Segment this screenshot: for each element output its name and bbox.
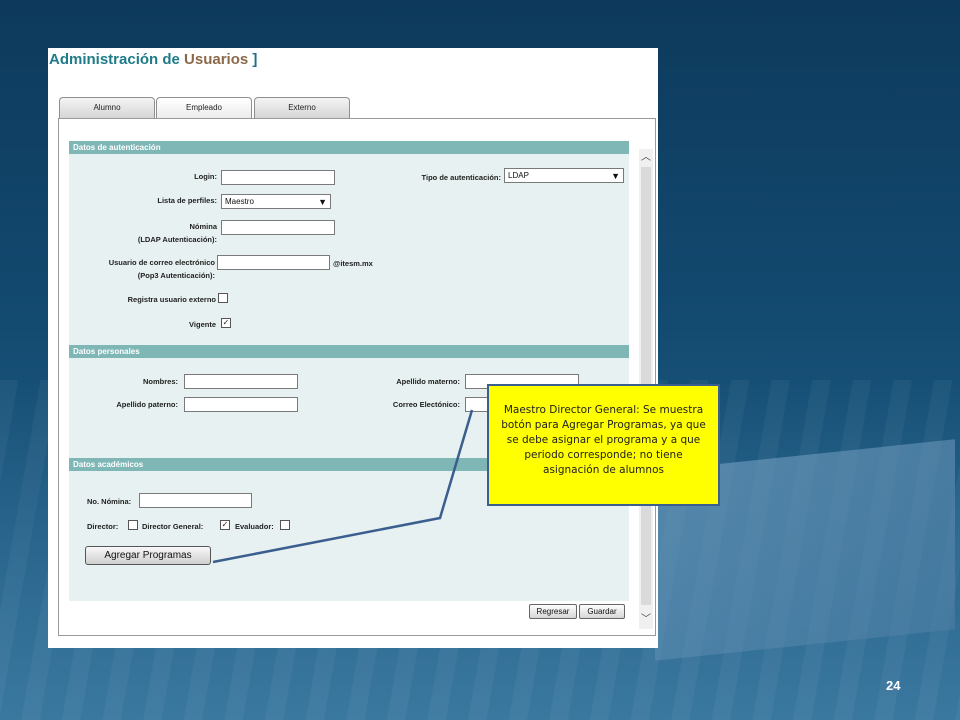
director-general-checkbox[interactable]: ✓ — [220, 520, 230, 530]
vigente-checkbox[interactable]: ✓ — [221, 318, 231, 328]
reset-button[interactable]: Regresar — [529, 604, 577, 619]
paterno-input[interactable] — [184, 397, 298, 412]
external-user-label: Registra usuario externo — [127, 295, 216, 304]
annotation-callout: Maestro Director General: Se muestra bot… — [487, 384, 720, 506]
login-label: Login: — [194, 172, 217, 181]
nombres-label: Nombres: — [142, 377, 178, 386]
tab-externo[interactable]: Externo — [254, 97, 350, 119]
chevron-up-icon[interactable]: ︿ — [639, 151, 653, 165]
materno-label: Apellido materno: — [396, 377, 460, 386]
tab-alumno[interactable]: Alumno — [59, 97, 155, 119]
email-label-line1: Usuario de correo electrónico — [108, 258, 215, 267]
page-title: Administración de Usuarios ] — [49, 51, 257, 68]
chevron-down-icon: ▼ — [611, 171, 620, 181]
tab-empleado[interactable]: Empleado — [156, 97, 252, 120]
chevron-down-icon: ▼ — [318, 197, 327, 207]
auth-type-value: LDAP — [508, 171, 529, 180]
auth-type-label: Tipo de autenticación: — [421, 173, 501, 182]
director-general-label: Director General: — [142, 522, 204, 531]
nomina-label-line1: Nómina — [189, 222, 217, 231]
nombres-input[interactable] — [184, 374, 298, 389]
academic-nomina-label: No. Nómina: — [87, 497, 132, 506]
section-header-personal: Datos personales — [69, 345, 629, 358]
academic-nomina-input[interactable] — [139, 493, 252, 508]
nomina-ldap-input[interactable] — [221, 220, 335, 235]
title-bracket: ] — [248, 51, 258, 68]
slide-page-number: 24 — [886, 678, 901, 693]
app-window: Administración de Usuarios ] Alumno Empl… — [48, 48, 658, 648]
email-label-line2: (Pop3 Autenticación): — [137, 271, 215, 280]
email-domain-suffix: @itesm.mx — [333, 259, 373, 268]
profiles-value: Maestro — [225, 197, 254, 206]
evaluador-label: Evaluador: — [235, 522, 274, 531]
chevron-down-icon[interactable]: ﹀ — [639, 613, 653, 627]
tab-content: Datos de autenticación Login: Tipo de au… — [58, 118, 656, 636]
profiles-select[interactable]: Maestro ▼ — [221, 194, 331, 209]
paterno-label: Apellido paterno: — [116, 400, 178, 409]
save-button[interactable]: Guardar — [579, 604, 625, 619]
section-header-auth: Datos de autenticación — [69, 141, 629, 154]
correo-label: Correo Electónico: — [392, 400, 460, 409]
email-user-input[interactable] — [217, 255, 330, 270]
add-programs-button[interactable]: Agregar Programas — [85, 546, 211, 565]
auth-type-select[interactable]: LDAP ▼ — [504, 168, 624, 183]
director-checkbox[interactable] — [128, 520, 138, 530]
evaluador-checkbox[interactable] — [280, 520, 290, 530]
user-form: Datos de autenticación Login: Tipo de au… — [69, 141, 629, 601]
title-main: Administración de — [49, 51, 185, 68]
login-input[interactable] — [221, 170, 335, 185]
profiles-label: Lista de perfiles: — [157, 196, 217, 205]
director-label: Director: — [87, 522, 119, 531]
nomina-label-line2: (LDAP Autenticación): — [137, 235, 217, 244]
vigente-label: Vigente — [189, 320, 216, 329]
external-user-checkbox[interactable] — [218, 293, 228, 303]
title-accent: Usuarios — [184, 51, 249, 68]
